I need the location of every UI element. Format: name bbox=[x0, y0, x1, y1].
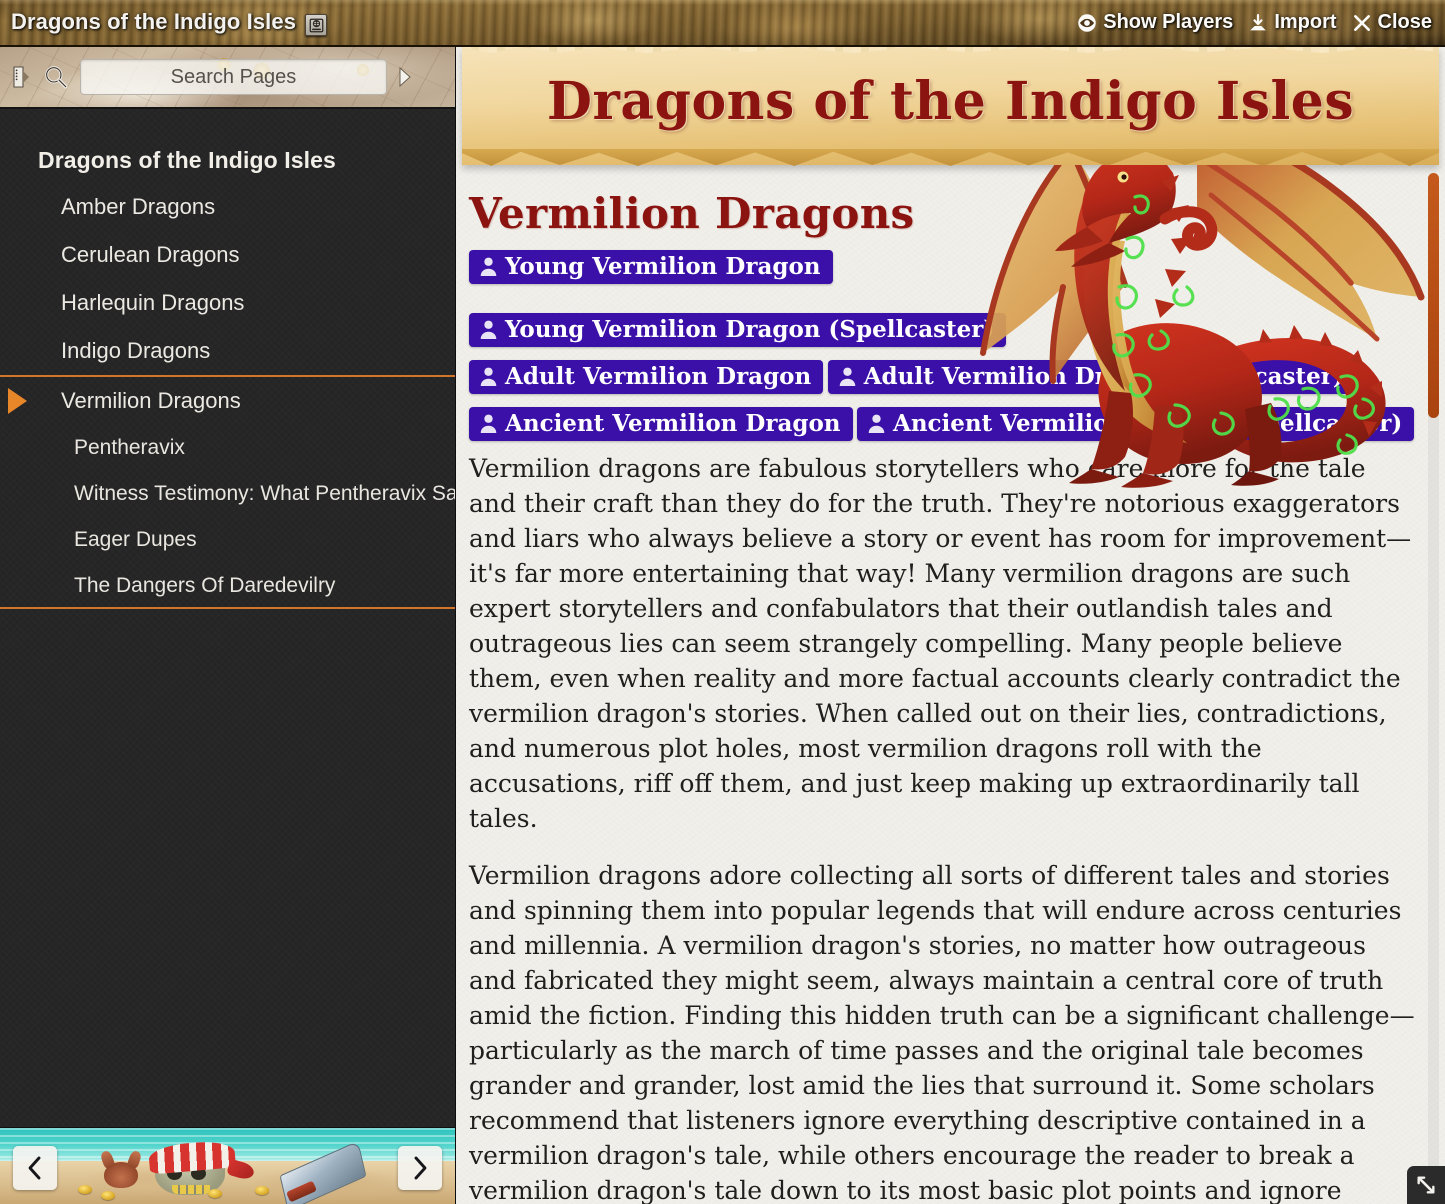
statblock-adult-vermilion-dragon[interactable]: Adult Vermilion Dragon bbox=[469, 360, 823, 394]
next-page-button[interactable] bbox=[398, 1146, 442, 1190]
person-icon bbox=[479, 413, 498, 434]
expanded-caret-icon bbox=[8, 388, 27, 414]
person-icon bbox=[867, 413, 886, 434]
body-paragraph-2: Vermilion dragons adore collecting all s… bbox=[469, 858, 1415, 1204]
show-players-label: Show Players bbox=[1103, 11, 1233, 34]
search-toolbar bbox=[0, 47, 455, 109]
close-label: Close bbox=[1378, 11, 1432, 34]
person-icon bbox=[838, 366, 857, 387]
crab-icon bbox=[104, 1162, 138, 1188]
person-icon bbox=[479, 319, 498, 340]
tree-root-label: Dragons of the Indigo Isles bbox=[38, 147, 336, 173]
titlebar-actions: Show Players Import Close bbox=[1077, 11, 1445, 34]
sidebar-item-dangers-of-daredevilry[interactable]: The Dangers Of Daredevilry bbox=[0, 563, 455, 609]
chevron-left-icon bbox=[24, 1155, 46, 1181]
person-icon bbox=[479, 256, 498, 277]
import-label: Import bbox=[1274, 11, 1336, 34]
tree-item-label: Cerulean Dragons bbox=[61, 242, 240, 267]
journal-window: Dragons of the Indigo Isles Show Players… bbox=[0, 0, 1445, 1204]
page-body: Vermilion Dragons Young Vermilion Dragon… bbox=[456, 165, 1445, 1204]
coin-icon bbox=[208, 1189, 222, 1198]
pages-sidebar: Dragons of the Indigo Isles Amber Dragon… bbox=[0, 47, 455, 1204]
statblock-label: Ancient Vermilion Dragon bbox=[505, 410, 841, 437]
tree-root-item[interactable]: Dragons of the Indigo Isles bbox=[0, 138, 455, 183]
search-input[interactable] bbox=[80, 59, 387, 95]
tree-item-label: Pentheravix bbox=[74, 436, 185, 459]
sidebar-item-indigo-dragons[interactable]: Indigo Dragons bbox=[0, 327, 455, 375]
show-players-button[interactable]: Show Players bbox=[1077, 11, 1233, 34]
sidebar-item-cerulean-dragons[interactable]: Cerulean Dragons bbox=[0, 231, 455, 279]
vermilion-children-group: Pentheravix Witness Testimony: What Pent… bbox=[0, 425, 455, 609]
sidebar-item-amber-dragons[interactable]: Amber Dragons bbox=[0, 183, 455, 231]
statblock-young-vermilion-dragon[interactable]: Young Vermilion Dragon bbox=[469, 250, 833, 284]
scrollbar-thumb[interactable] bbox=[1428, 173, 1439, 418]
sidebar-footer-artwork bbox=[0, 1127, 455, 1204]
red-vermilion-dragon-illustration bbox=[959, 165, 1427, 491]
sidebar-item-vermilion-dragons[interactable]: Vermilion Dragons bbox=[0, 375, 455, 425]
statblock-young-vermilion-dragon-spellcaster[interactable]: Young Vermilion Dragon (Spellcaster) bbox=[469, 313, 1006, 347]
coin-icon bbox=[78, 1185, 92, 1194]
tree-item-label: The Dangers Of Daredevilry bbox=[74, 574, 335, 597]
tree-item-label: Eager Dupes bbox=[74, 528, 197, 551]
tree-item-label: Amber Dragons bbox=[61, 194, 215, 219]
tree-item-label: Vermilion Dragons bbox=[61, 388, 241, 413]
search-icon[interactable] bbox=[41, 62, 71, 92]
sidebar-item-harlequin-dragons[interactable]: Harlequin Dragons bbox=[0, 279, 455, 327]
close-button[interactable]: Close bbox=[1352, 11, 1432, 34]
statblock-ancient-vermilion-dragon[interactable]: Ancient Vermilion Dragon bbox=[469, 407, 853, 441]
collapse-panel-icon[interactable] bbox=[11, 64, 33, 90]
tree-item-label: Harlequin Dragons bbox=[61, 290, 244, 315]
close-x-icon bbox=[1352, 13, 1372, 33]
download-import-icon bbox=[1248, 13, 1268, 33]
coin-icon bbox=[255, 1186, 269, 1195]
banner-title: Dragons of the Indigo Isles bbox=[462, 47, 1439, 132]
person-icon bbox=[479, 366, 498, 387]
statblock-label: Adult Vermilion Dragon bbox=[505, 363, 811, 390]
tree-item-label: Indigo Dragons bbox=[61, 338, 210, 363]
page-tree: Dragons of the Indigo Isles Amber Dragon… bbox=[0, 109, 455, 609]
statblock-label: Young Vermilion Dragon bbox=[505, 253, 821, 280]
import-button[interactable]: Import bbox=[1248, 11, 1336, 34]
window-title-text: Dragons of the Indigo Isles bbox=[11, 9, 296, 34]
vertical-scrollbar[interactable] bbox=[1428, 173, 1439, 1195]
window-titlebar: Dragons of the Indigo Isles Show Players… bbox=[0, 0, 1445, 47]
sidebar-item-witness-testimony[interactable]: Witness Testimony: What Pentheravix Saw bbox=[0, 471, 455, 517]
chevron-right-icon bbox=[409, 1155, 431, 1181]
page-banner: Dragons of the Indigo Isles bbox=[462, 47, 1439, 165]
beach-scene-illustration bbox=[0, 1128, 455, 1204]
sidebar-item-eager-dupes[interactable]: Eager Dupes bbox=[0, 517, 455, 563]
tree-item-label: Witness Testimony: What Pentheravix Saw bbox=[74, 482, 455, 505]
journal-page-content: Dragons of the Indigo Isles bbox=[455, 47, 1445, 1204]
window-title: Dragons of the Indigo Isles bbox=[11, 9, 327, 37]
previous-page-button[interactable] bbox=[13, 1146, 57, 1190]
journal-book-icon[interactable] bbox=[305, 14, 327, 36]
body-paragraph-1: Vermilion dragons are fabulous storytell… bbox=[469, 451, 1415, 836]
resize-handle-icon[interactable] bbox=[1407, 1166, 1445, 1204]
search-next-icon[interactable] bbox=[394, 64, 416, 90]
coin-icon bbox=[101, 1191, 115, 1200]
sidebar-item-pentheravix[interactable]: Pentheravix bbox=[0, 425, 455, 471]
eye-icon bbox=[1077, 13, 1097, 33]
statblock-label: Young Vermilion Dragon (Spellcaster) bbox=[505, 316, 994, 343]
